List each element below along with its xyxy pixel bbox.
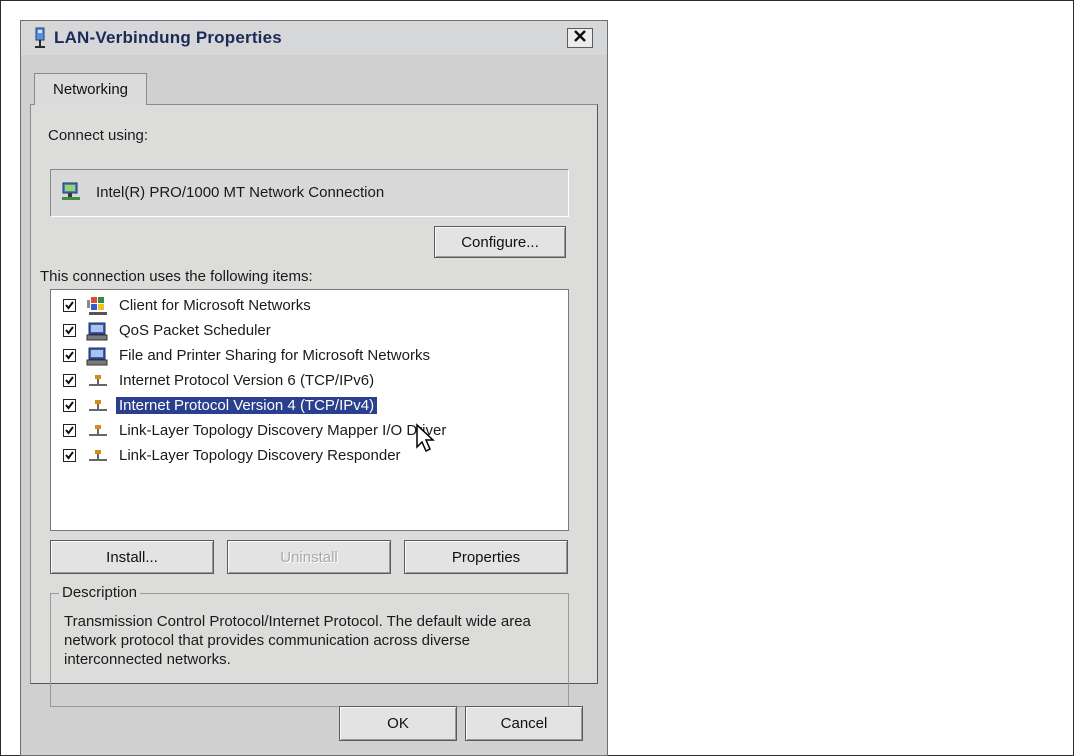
cancel-button-label: Cancel (500, 715, 548, 732)
protocol-icon (86, 422, 110, 442)
list-item-lltd-responder[interactable]: Link-Layer Topology Discovery Responder (51, 444, 568, 469)
dialog-client-area: Networking Connect using: Intel(R) PRO/1… (21, 55, 607, 755)
protocol-icon (86, 397, 110, 417)
components-list[interactable]: Client for Microsoft Networks QoS Packet… (50, 289, 569, 531)
network-connection-icon (32, 27, 48, 49)
ok-button[interactable]: OK (339, 706, 457, 741)
list-item-label: File and Printer Sharing for Microsoft N… (119, 347, 430, 364)
list-item-ipv6[interactable]: Internet Protocol Version 6 (TCP/IPv6) (51, 369, 568, 394)
description-group: Description Transmission Control Protoco… (50, 584, 569, 707)
list-item-ipv4[interactable]: Internet Protocol Version 4 (TCP/IPv4) (51, 394, 568, 419)
install-button-label: Install... (106, 548, 158, 566)
list-item-qos-packet-scheduler[interactable]: QoS Packet Scheduler (51, 319, 568, 344)
checkbox-qos-packet-scheduler[interactable] (63, 324, 76, 337)
adapter-name: Intel(R) PRO/1000 MT Network Connection (96, 184, 385, 201)
list-item-file-and-printer-sharing[interactable]: File and Printer Sharing for Microsoft N… (51, 344, 568, 369)
tab-networking-label: Networking (52, 81, 129, 98)
cancel-button[interactable]: Cancel (465, 706, 583, 741)
configure-button[interactable]: Configure... (434, 226, 566, 258)
checkbox-client-for-microsoft-networks[interactable] (63, 299, 76, 312)
description-text: Transmission Control Protocol/Internet P… (64, 613, 531, 668)
description-legend: Description (59, 584, 141, 601)
checkbox-file-and-printer-sharing[interactable] (63, 349, 76, 362)
checkbox-lltd-mapper[interactable] (63, 424, 76, 437)
mouse-cursor-icon (415, 423, 439, 455)
connect-using-label: Connect using: (48, 127, 149, 144)
list-item-lltd-mapper[interactable]: Link-Layer Topology Discovery Mapper I/O… (51, 419, 568, 444)
list-item-label: Client for Microsoft Networks (119, 297, 311, 314)
protocol-icon (86, 372, 110, 392)
checkbox-ipv6[interactable] (63, 374, 76, 387)
install-button[interactable]: Install... (50, 540, 214, 574)
close-icon (573, 29, 587, 47)
service-icon (86, 347, 110, 367)
configure-button-label: Configure... (461, 233, 539, 251)
tab-networking[interactable]: Networking (34, 73, 147, 105)
properties-button-label: Properties (451, 548, 521, 566)
protocol-icon (86, 447, 110, 467)
service-icon (86, 322, 110, 342)
adapter-field: Intel(R) PRO/1000 MT Network Connection (50, 169, 569, 217)
items-label: This connection uses the following items… (40, 268, 313, 285)
uninstall-button[interactable]: Uninstall (227, 540, 391, 574)
properties-button[interactable]: Properties (404, 540, 568, 574)
networking-panel: Connect using: Intel(R) PRO/1000 MT Netw… (30, 104, 598, 707)
checkbox-ipv4[interactable] (63, 399, 76, 412)
ok-button-label: OK (387, 715, 409, 732)
list-item-label: Link-Layer Topology Discovery Mapper I/O… (119, 422, 447, 439)
close-button[interactable] (567, 28, 593, 48)
uninstall-button-label: Uninstall (280, 548, 338, 566)
list-item-client-for-microsoft-networks[interactable]: Client for Microsoft Networks (51, 294, 568, 319)
window-title: LAN-Verbindung Properties (54, 28, 282, 47)
list-item-label: Internet Protocol Version 6 (TCP/IPv6) (119, 372, 375, 389)
checkbox-lltd-responder[interactable] (63, 449, 76, 462)
network-client-icon (86, 297, 110, 317)
list-item-label: QoS Packet Scheduler (119, 322, 271, 339)
network-adapter-icon (60, 181, 82, 203)
properties-dialog: LAN-Verbindung Properties Networking Con… (20, 20, 608, 756)
list-item-label: Link-Layer Topology Discovery Responder (119, 447, 401, 464)
title-bar[interactable]: LAN-Verbindung Properties (21, 21, 607, 55)
list-item-label: Internet Protocol Version 4 (TCP/IPv4) (114, 396, 379, 415)
